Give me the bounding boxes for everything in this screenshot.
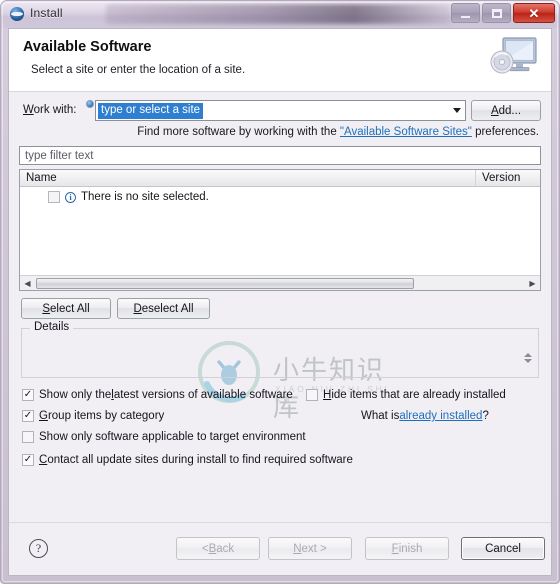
add-button-accel: A [490, 104, 499, 117]
checkbox-label-rest: how only software applicable to target e… [46, 431, 306, 443]
checkbox-accel: G [39, 410, 48, 422]
checkbox-box[interactable] [306, 389, 318, 401]
filter-placeholder: type filter text [25, 149, 94, 162]
monitor-with-disc-icon [490, 37, 537, 74]
hint-before: Find more software by working with the [137, 126, 340, 138]
dialog-header-banner: Available Software Select a site or ente… [9, 29, 551, 92]
install-dialog-window: Install ✕ Available Software Select a si… [0, 0, 560, 584]
deselect-all-label: eselect All [141, 302, 194, 315]
page-title: Available Software [23, 39, 152, 55]
checkbox-accel: H [323, 389, 332, 401]
maximize-icon [491, 8, 502, 18]
minimize-icon [461, 15, 470, 18]
back-accel: B [208, 542, 217, 555]
dialog-body: Available Software Select a site or ente… [8, 28, 552, 576]
checkbox-contact-update-sites[interactable]: ✓ Contact all update sites during instal… [22, 454, 353, 466]
next-button[interactable]: Next > [268, 537, 352, 560]
minimize-button[interactable] [451, 3, 480, 23]
already-installed-link[interactable]: already installed [399, 410, 482, 422]
checkbox-box[interactable]: ✓ [22, 410, 34, 422]
details-spinner[interactable] [524, 353, 532, 367]
checkbox-box[interactable] [22, 431, 34, 443]
checkbox-label-rest: atest versions of available software [113, 389, 293, 401]
scroll-left-arrow-icon[interactable]: ◀ [20, 276, 35, 290]
work-with-input-value[interactable]: type or select a site [98, 102, 204, 119]
add-button-label: dd... [498, 104, 522, 117]
page-description: Select a site or enter the location of a… [31, 64, 246, 76]
close-button[interactable]: ✕ [513, 3, 555, 23]
details-group: Details [21, 321, 539, 378]
info-icon: i [65, 191, 76, 203]
tree-header: Name Version [20, 170, 540, 187]
checkbox-label-rest: roup items by category [47, 410, 165, 422]
software-tree[interactable]: Name Version i There is no site selected… [19, 169, 541, 423]
cancel-label: Cancel [485, 542, 521, 555]
what-is-after: ? [482, 410, 489, 422]
column-header-version[interactable]: Version [482, 172, 520, 184]
scroll-right-arrow-icon[interactable]: ▶ [525, 276, 540, 290]
deselect-all-accel: D [133, 302, 142, 315]
column-divider[interactable] [475, 170, 476, 186]
help-icon[interactable]: ? [29, 539, 48, 558]
checkbox-accel-plain: S [39, 431, 47, 443]
checkbox-target-environment[interactable]: Show only software applicable to target … [22, 431, 306, 443]
finish-accel: F [391, 542, 399, 555]
work-with-combo[interactable]: type or select a site [95, 100, 466, 121]
window-title: Install [30, 6, 63, 20]
work-with-row: Work with: type or select a site Add... [19, 100, 541, 122]
available-sites-hint: Find more software by working with the "… [137, 126, 539, 138]
title-bar: Install ✕ [1, 1, 559, 28]
what-is-before: What is [361, 410, 400, 422]
add-site-button[interactable]: Add... [471, 100, 541, 121]
checkbox-label-rest: ide items that are already installed [331, 389, 506, 401]
select-all-button[interactable]: Select All [21, 298, 111, 319]
back-prefix: < [201, 542, 209, 555]
spinner-down-icon[interactable] [524, 359, 532, 363]
checkbox-box[interactable]: ✓ [22, 454, 34, 466]
work-with-accel: W [23, 104, 34, 116]
checkbox-show-latest-versions[interactable]: ✓ Show only the l atest versions of avail… [22, 389, 293, 401]
horizontal-scrollbar[interactable]: ◀ ▶ [20, 275, 540, 290]
spinner-up-icon[interactable] [524, 353, 532, 357]
checkbox-label-prefix: Show only the [39, 389, 112, 401]
scrollbar-thumb[interactable] [36, 277, 414, 289]
available-software-sites-link[interactable]: "Available Software Sites" [340, 126, 472, 138]
finish-button[interactable]: Finish [365, 537, 449, 560]
back-label: ack [216, 542, 235, 555]
dialog-footer: ? < Back Next > Finish Cancel [9, 522, 551, 575]
column-header-name[interactable]: Name [26, 172, 57, 184]
checkbox-accel: C [39, 454, 48, 466]
work-with-label: Work with: [23, 104, 76, 116]
cancel-button[interactable]: Cancel [461, 537, 545, 560]
row-checkbox[interactable] [48, 191, 60, 203]
close-icon: ✕ [528, 5, 540, 21]
what-is-already-installed: What is already installed? [361, 410, 489, 422]
next-accel: N [293, 542, 302, 555]
filter-input[interactable]: type filter text [19, 146, 541, 165]
checkbox-hide-already-installed[interactable]: Hide items that are already installed [306, 389, 506, 401]
row-label: There is no site selected. [81, 191, 209, 203]
checkbox-label-rest: ontact all update sites during install t… [47, 454, 353, 466]
finish-label: inish [398, 542, 423, 555]
maximize-button[interactable] [482, 3, 511, 23]
dialog-content: Work with: type or select a site Add... … [9, 93, 551, 522]
checkbox-box[interactable]: ✓ [22, 389, 34, 401]
select-all-accel: S [42, 302, 51, 315]
work-with-label-rest: ork with: [33, 104, 77, 116]
table-row[interactable]: i There is no site selected. [20, 188, 540, 206]
titlebar-blur-overlay [106, 4, 451, 24]
chevron-down-icon[interactable] [453, 108, 461, 113]
hint-after: preferences. [471, 126, 539, 138]
content-assist-icon [86, 100, 94, 108]
back-button[interactable]: < Back [176, 537, 260, 560]
eclipse-globe-icon [10, 7, 24, 21]
select-all-label: elect All [50, 302, 90, 315]
details-label: Details [30, 321, 74, 333]
deselect-all-button[interactable]: Deselect All [117, 298, 210, 319]
checkbox-group-by-category[interactable]: ✓ Group items by category [22, 410, 164, 422]
next-label: ext > [301, 542, 327, 555]
